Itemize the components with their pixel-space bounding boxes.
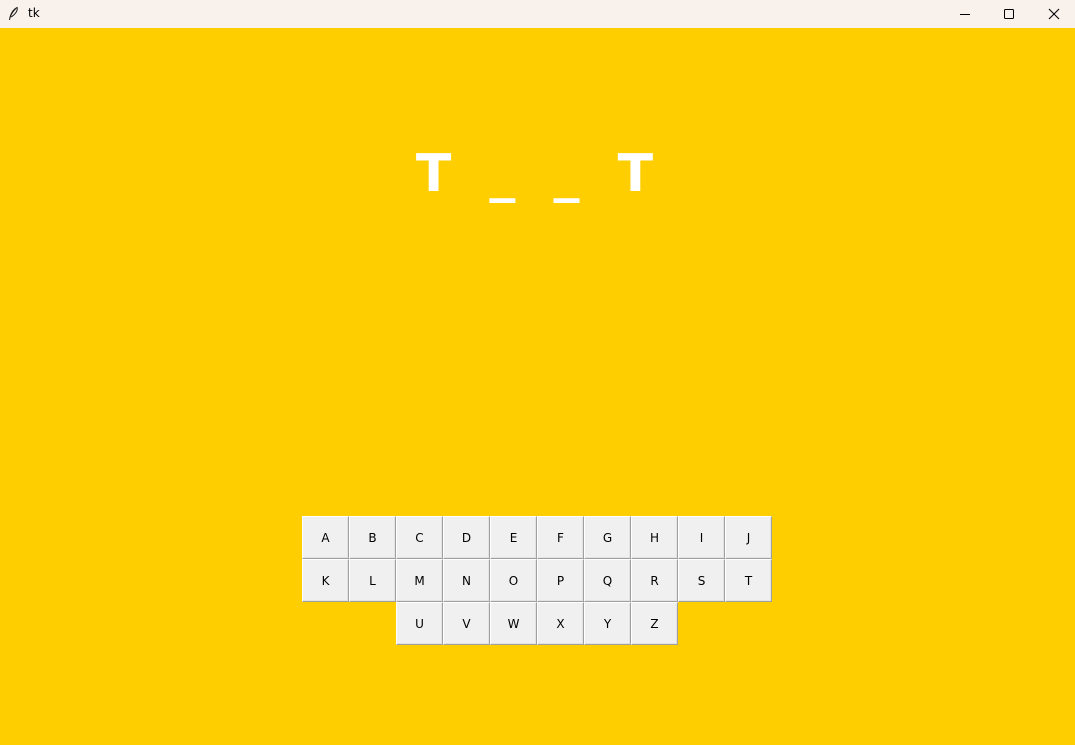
letter-key-t[interactable]: T	[725, 559, 772, 602]
letter-key-e[interactable]: E	[490, 516, 537, 559]
letter-key-m[interactable]: M	[396, 559, 443, 602]
letter-key-v[interactable]: V	[443, 602, 490, 645]
letter-key-a[interactable]: A	[302, 516, 349, 559]
letter-key-s[interactable]: S	[678, 559, 725, 602]
letter-key-o[interactable]: O	[490, 559, 537, 602]
maximize-icon	[1003, 8, 1015, 20]
close-icon	[1048, 8, 1060, 20]
letter-key-z[interactable]: Z	[631, 602, 678, 645]
letter-key-h[interactable]: H	[631, 516, 678, 559]
word-display: T _ _ T	[415, 144, 664, 204]
letter-key-k[interactable]: K	[302, 559, 349, 602]
letter-key-i[interactable]: I	[678, 516, 725, 559]
maximize-button[interactable]	[986, 0, 1032, 28]
letter-key-g[interactable]: G	[584, 516, 631, 559]
minimize-icon	[959, 8, 971, 20]
letter-key-q[interactable]: Q	[584, 559, 631, 602]
letter-key-j[interactable]: J	[725, 516, 772, 559]
letter-key-y[interactable]: Y	[584, 602, 631, 645]
window-title: tk	[28, 6, 40, 20]
letter-key-d[interactable]: D	[443, 516, 490, 559]
letter-key-l[interactable]: L	[349, 559, 396, 602]
letter-key-r[interactable]: R	[631, 559, 678, 602]
close-button[interactable]	[1031, 0, 1075, 28]
letter-key-w[interactable]: W	[490, 602, 537, 645]
letter-keyboard: ABCDEFGHIJ KLMNOPQRST UVWXYZ	[302, 516, 774, 648]
minimize-button[interactable]	[942, 0, 988, 28]
letter-key-c[interactable]: C	[396, 516, 443, 559]
title-bar[interactable]: tk	[0, 0, 1075, 28]
letter-key-b[interactable]: B	[349, 516, 396, 559]
app-window: tk T _ _ T ABCDEFGHIJ KLMNOPQRST UVWXYZ	[0, 0, 1075, 745]
letter-key-f[interactable]: F	[537, 516, 584, 559]
feather-icon	[7, 6, 19, 22]
letter-key-n[interactable]: N	[443, 559, 490, 602]
letter-key-x[interactable]: X	[537, 602, 584, 645]
letter-key-u[interactable]: U	[396, 602, 443, 645]
letter-key-p[interactable]: P	[537, 559, 584, 602]
